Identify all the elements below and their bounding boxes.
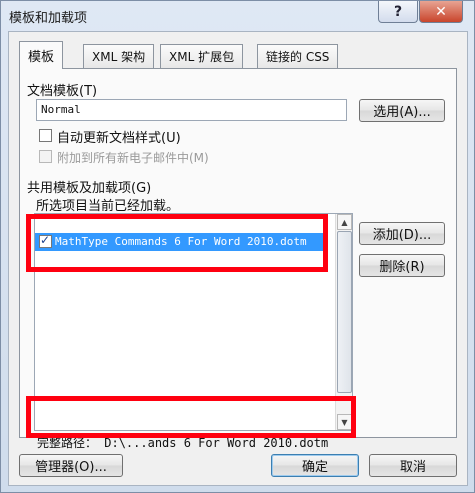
scroll-up-icon[interactable]: ▲ <box>337 214 352 230</box>
dialog-window: 模板和加载项 ? ✕ 模板 XML 架构 XML 扩展包 链接的 CSS 文档模… <box>0 0 475 493</box>
help-button[interactable]: ? <box>378 1 418 23</box>
scroll-down-icon[interactable]: ▼ <box>337 414 352 430</box>
addins-listbox[interactable]: MathType Commands 6 For Word 2010.dotm ▲… <box>34 213 353 431</box>
title-bar[interactable]: 模板和加载项 ? ✕ <box>1 1 474 31</box>
dialog-body: 模板 XML 架构 XML 扩展包 链接的 CSS 文档模板(T) Normal… <box>8 31 468 486</box>
list-item[interactable]: MathType Commands 6 For Word 2010.dotm <box>35 233 325 251</box>
tab-xml-expansion-packs[interactable]: XML 扩展包 <box>160 44 244 68</box>
loaded-hint: 所选项目当前已经加载。 <box>36 199 180 214</box>
addin-checkbox[interactable] <box>39 233 52 248</box>
add-addin-button[interactable]: 添加(D)... <box>359 222 445 245</box>
tab-linked-css[interactable]: 链接的 CSS <box>257 44 339 68</box>
document-template-field[interactable]: Normal <box>36 99 347 121</box>
document-template-label: 文档模板(T) <box>27 84 98 99</box>
cancel-button[interactable]: 取消 <box>369 454 457 477</box>
attach-to-email-label: 附加到所有新电子邮件中(M) <box>57 151 209 165</box>
attach-to-email-checkbox <box>39 150 52 163</box>
attach-template-button[interactable]: 选用(A)... <box>359 99 445 122</box>
global-templates-label: 共用模板及加载项(G) <box>27 181 152 196</box>
auto-update-label: 自动更新文档样式(U) <box>57 131 181 146</box>
scroll-thumb[interactable] <box>337 231 352 393</box>
tab-templates[interactable]: 模板 <box>19 41 64 69</box>
listbox-scrollbar[interactable]: ▲ ▼ <box>335 214 352 430</box>
full-path-value: D:\...ands 6 For Word 2010.dotm <box>104 436 329 450</box>
window-title: 模板和加载项 <box>9 11 88 26</box>
remove-addin-button[interactable]: 删除(R) <box>359 254 445 277</box>
tab-xml-schema[interactable]: XML 架构 <box>83 44 155 68</box>
ok-button[interactable]: 确定 <box>271 454 359 477</box>
auto-update-checkbox[interactable] <box>39 129 52 142</box>
full-path-label: 完整路径： <box>37 436 98 450</box>
full-path-text: 完整路径： D:\...ands 6 For Word 2010.dotm <box>37 434 328 451</box>
addin-name: MathType Commands 6 For Word 2010.dotm <box>55 235 307 248</box>
close-button[interactable]: ✕ <box>419 1 463 23</box>
organizer-button[interactable]: 管理器(O)... <box>19 454 123 477</box>
list-item-partial <box>35 216 325 225</box>
